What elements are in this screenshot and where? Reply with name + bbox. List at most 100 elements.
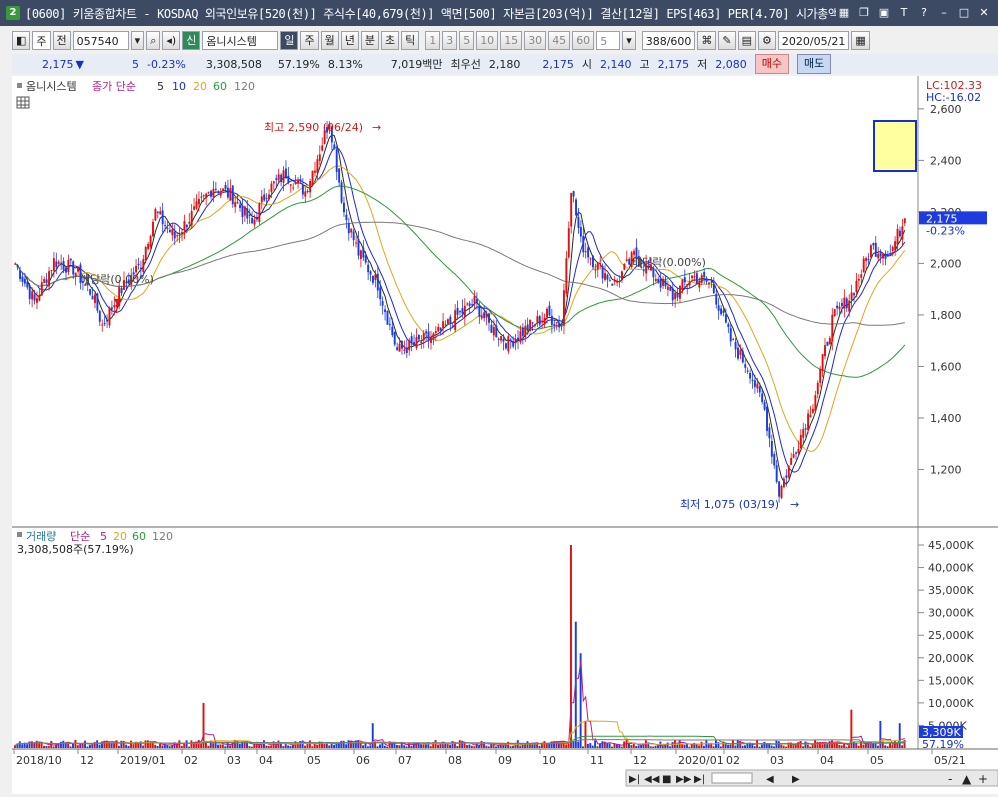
sell-button[interactable]: 매도 [797,54,832,74]
binoculars-icon[interactable]: ⌘ [697,30,717,50]
period-year[interactable]: 년 [340,30,359,50]
interval-45[interactable]: 45 [548,30,571,50]
split-icon[interactable]: ▣ [876,5,892,21]
market-select[interactable]: 주 [32,30,51,50]
volume-ratio: 57.19% [277,57,320,71]
scroll-right-icon[interactable]: ▶ [792,774,800,785]
candle-body [222,188,225,191]
volume-bar [132,744,135,748]
volume-bar [328,745,331,748]
x-tick-label: 03 [770,754,784,767]
search-icon[interactable]: ⌕ [146,30,161,50]
candle-body [195,201,198,209]
interval-5[interactable]: 5 [459,30,475,50]
volume-bar [596,746,599,748]
period-tick[interactable]: 틱 [401,30,420,50]
volume-bar [519,745,522,748]
change-value: 5 [131,57,139,71]
volume-bar [38,743,41,748]
scroll-left-icon[interactable]: ◀ [766,774,774,785]
speaker-icon[interactable]: ◂) [162,30,181,50]
scroll-thumb[interactable] [711,772,753,784]
count-input[interactable]: 5 [596,30,621,50]
restore-icon[interactable]: ❐ [856,5,872,21]
candle-body [882,253,885,259]
gear-icon[interactable]: ⚙ [758,30,776,50]
help-icon[interactable]: ? [916,5,932,21]
volume-bar [342,740,345,748]
volume-bar [260,744,263,748]
scroll-start-icon[interactable]: ▶| [629,774,640,785]
forward-icon[interactable]: ▶▶ [676,774,692,785]
layout-icon[interactable]: ◧ [12,30,31,50]
calendar-icon[interactable]: ▦ [851,30,870,50]
buy-button[interactable]: 매수 [754,54,790,74]
candle-body [495,325,498,338]
scroll-controls[interactable]: ▶| ◀◀ ■ ▶▶ ▶| ◀ ▶ - ▲ + [625,769,998,787]
zoom-out-icon[interactable]: - [948,772,952,786]
close-icon[interactable]: ✕ [976,5,992,21]
stop-icon[interactable]: ■ [662,774,671,785]
tools-icon[interactable]: ✎ [718,30,736,50]
volume-bar [144,740,147,748]
candle-body [202,195,205,197]
pin-icon[interactable]: T [896,5,912,21]
volume-bar [876,745,879,748]
table-icon[interactable] [16,96,30,109]
interval-15[interactable]: 15 [500,30,523,50]
grid-icon[interactable]: ▦ [836,5,852,21]
highlight-box[interactable] [873,120,917,172]
count-dropdown-icon[interactable]: ▾ [622,30,636,50]
period-month[interactable]: 월 [320,30,339,50]
candle-body [65,267,67,273]
candle-body [763,402,766,410]
volume-value-label: 3,308,508주(57.19%) [17,543,134,556]
candle-body [304,191,307,197]
stock-code-input[interactable]: 057540 [72,30,129,50]
candle-body [173,231,176,239]
interval-3[interactable]: 3 [442,30,458,50]
interval-10[interactable]: 10 [476,30,499,50]
zoom-in-icon[interactable]: + [978,772,988,786]
period-minute[interactable]: 분 [360,30,379,50]
prev-button[interactable]: 전 [52,30,71,50]
interval-1[interactable]: 1 [425,30,441,50]
chart-area[interactable]: 옴니시스템 종가 단순 5 10 20 60 120 LC:102.33 HC:… [12,76,998,794]
stock-name-field[interactable]: 옴니시스템 [202,30,279,50]
new-badge: 신 [182,30,201,50]
interval-30[interactable]: 30 [524,30,547,50]
candle-body [843,297,846,309]
scroll-end-icon[interactable]: ▶| [694,774,705,785]
candle-body [207,191,210,193]
volume-bar [96,740,99,748]
candle-body [23,278,26,284]
volume-bar [632,743,635,748]
stock-chart[interactable]: 옴니시스템 종가 단순 5 10 20 60 120 LC:102.33 HC:… [12,76,998,794]
date-input[interactable]: 2020/05/21 [777,30,850,50]
zoom-reset-icon[interactable]: ▲ [962,772,972,786]
volume-tick-label: 35,000K [928,584,974,597]
period-day[interactable]: 일 [280,30,299,50]
candle-body [89,289,92,295]
volume-bar [765,743,768,748]
save-icon[interactable]: ▤ [737,30,757,50]
candle-body [809,415,812,418]
maximize-icon[interactable]: □ [956,5,972,21]
candle-body [164,225,167,227]
candle-body [16,264,19,268]
minimize-icon[interactable]: – [936,5,952,21]
period-week[interactable]: 주 [300,30,319,50]
candle-body [768,427,771,439]
period-second[interactable]: 초 [380,30,400,50]
candle-body [212,188,215,198]
change-percent: -0.23% [146,57,186,71]
candle-body [210,190,212,197]
candle-body [306,191,309,193]
chevron-down-icon[interactable]: ▾ [130,30,145,50]
rewind-icon[interactable]: ◀◀ [644,774,660,785]
x-tick-label: 2020/01 [678,754,724,767]
candle-body [857,278,860,281]
candle-body [664,280,667,287]
range-field[interactable]: 388/600 [641,30,696,50]
interval-60[interactable]: 60 [572,30,595,50]
